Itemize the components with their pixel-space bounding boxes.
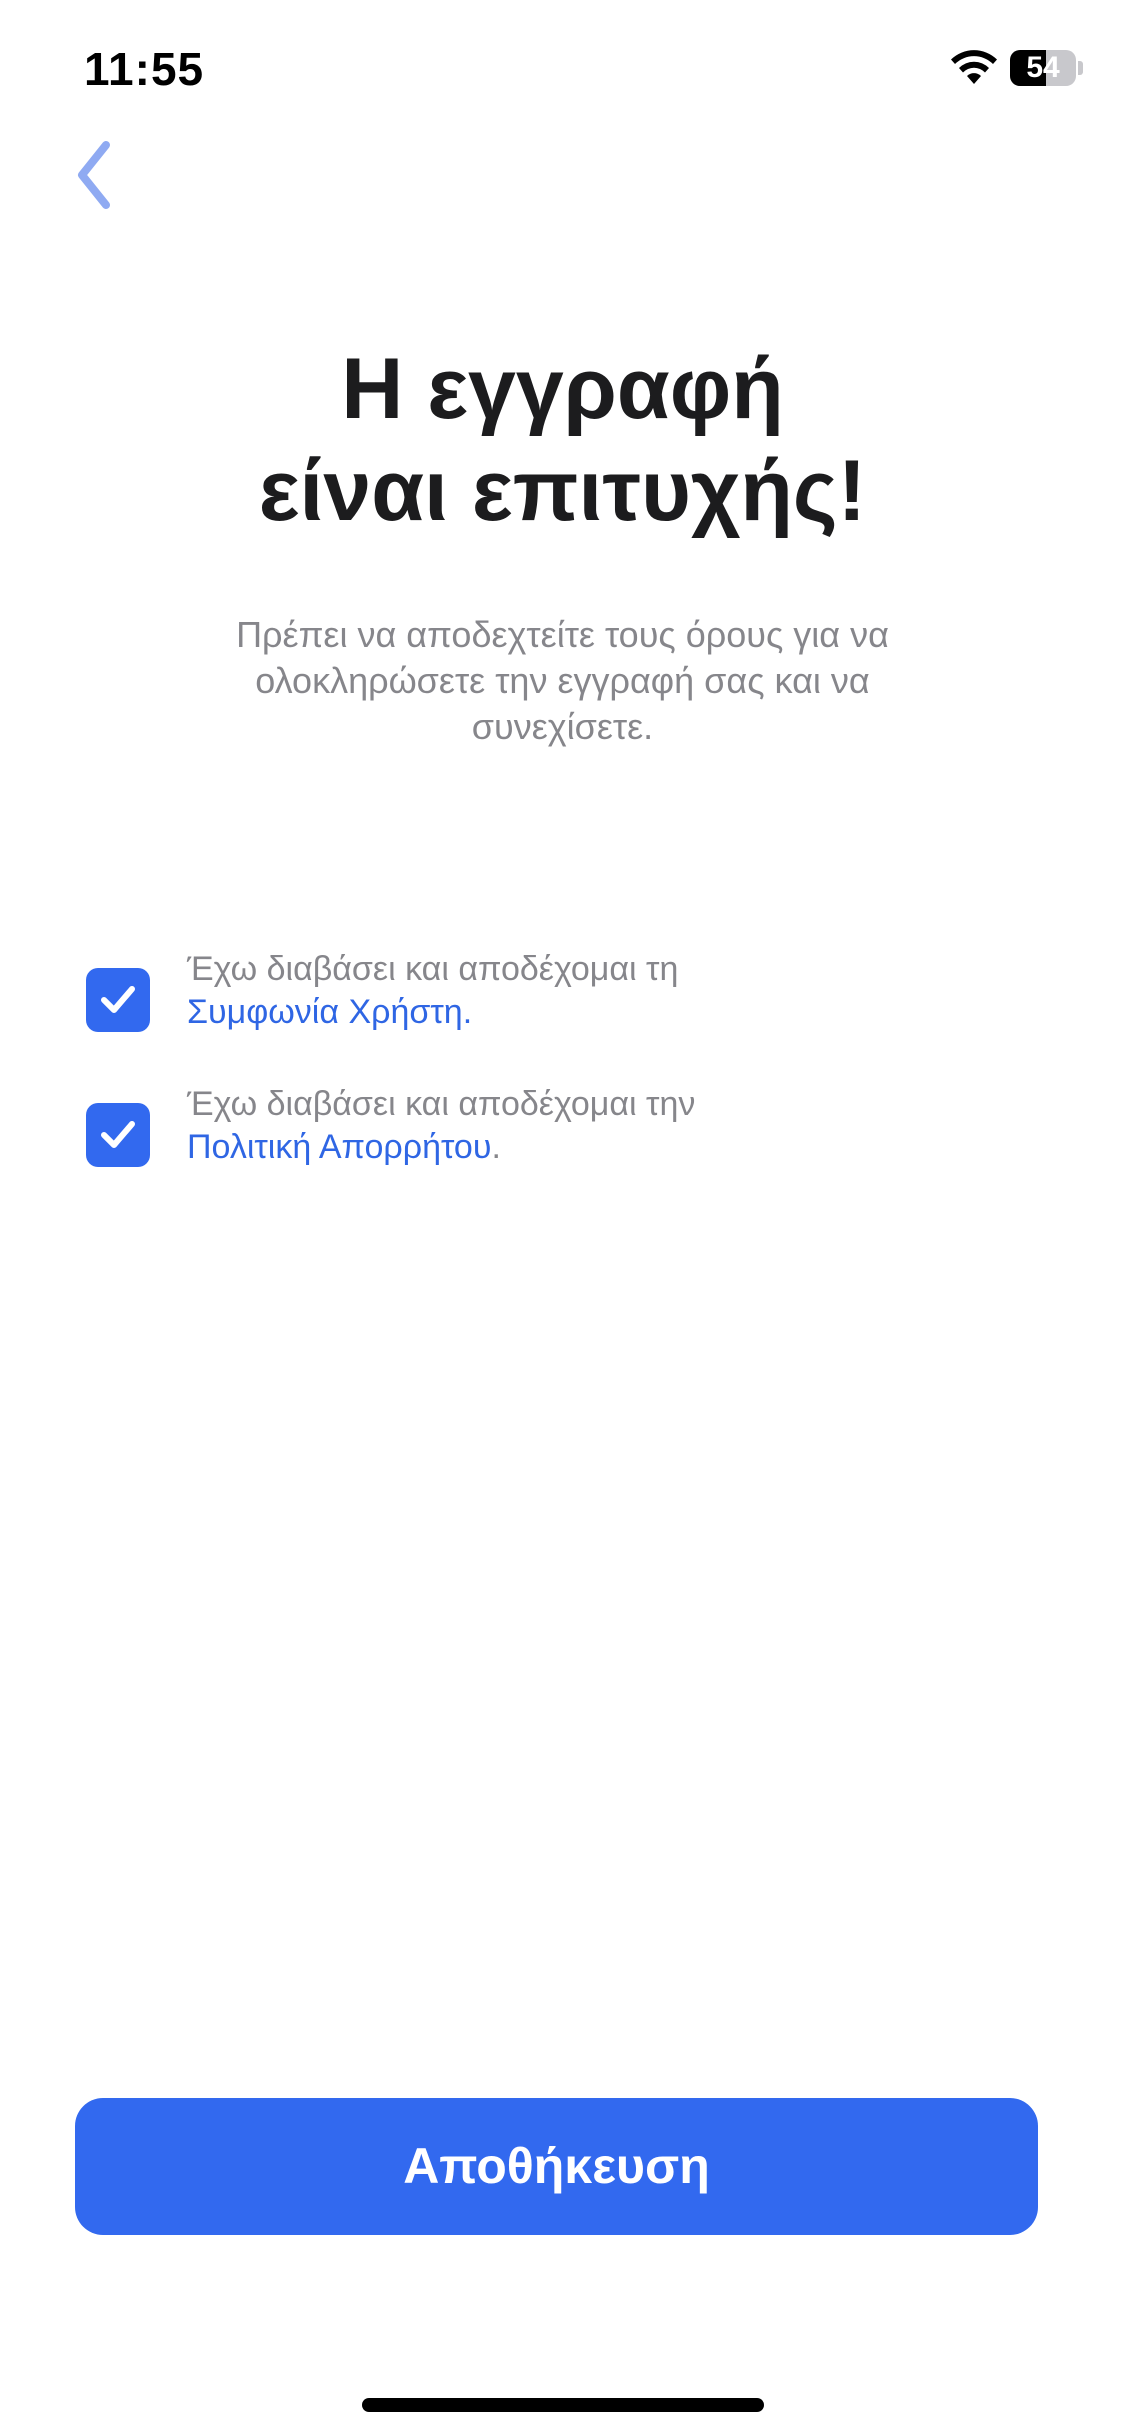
page-subtitle-line: Πρέπει να αποδεχτείτε τους όρους για να bbox=[236, 614, 889, 655]
user-agreement-row: Έχω διαβάσει και αποδέχομαι τη Συμφωνία … bbox=[86, 948, 1036, 1048]
privacy-policy-row: Έχω διαβάσει και αποδέχομαι την Πολιτική… bbox=[86, 1083, 1036, 1183]
status-time: 11:55 bbox=[84, 43, 205, 95]
user-agreement-text: Έχω διαβάσει και αποδέχομαι τη Συμφωνία … bbox=[187, 948, 1007, 1034]
privacy-policy-text: Έχω διαβάσει και αποδέχομαι την Πολιτική… bbox=[187, 1083, 1007, 1169]
page-title-line: Η εγγραφή bbox=[341, 341, 784, 437]
battery-level: 54 bbox=[1026, 51, 1060, 84]
checkmark-icon bbox=[101, 986, 135, 1013]
user-agreement-link[interactable]: Συμφωνία Χρήστη. bbox=[187, 993, 472, 1031]
terms-label: Έχω διαβάσει και αποδέχομαι την bbox=[187, 1085, 696, 1123]
chevron-left-icon bbox=[78, 141, 110, 209]
page-subtitle-line: ολοκληρώσετε την εγγραφή σας και να bbox=[255, 660, 870, 701]
wifi-icon bbox=[951, 50, 997, 84]
battery-icon: 54 bbox=[1010, 50, 1076, 86]
page-subtitle: Πρέπει να αποδεχτείτε τους όρους για να … bbox=[150, 612, 975, 750]
registration-success-screen: 11:55 54 Η εγγραφή είναι επιτυχής! Πρέπε… bbox=[0, 0, 1125, 2436]
checkmark-icon bbox=[101, 1121, 135, 1148]
page-title-line: είναι επιτυχής! bbox=[258, 443, 867, 539]
back-button[interactable] bbox=[66, 135, 126, 215]
home-indicator[interactable] bbox=[362, 2398, 764, 2412]
terms-label: Έχω διαβάσει και αποδέχομαι τη bbox=[187, 950, 679, 988]
terms-suffix: . bbox=[491, 1128, 501, 1166]
privacy-policy-checkbox[interactable] bbox=[86, 1103, 150, 1167]
page-title: Η εγγραφή είναι επιτυχής! bbox=[0, 338, 1125, 542]
save-button[interactable]: Αποθήκευση bbox=[75, 2098, 1038, 2235]
privacy-policy-link[interactable]: Πολιτική Απορρήτου bbox=[187, 1128, 491, 1166]
user-agreement-checkbox[interactable] bbox=[86, 968, 150, 1032]
page-subtitle-line: συνεχίσετε. bbox=[471, 706, 654, 747]
battery-cap bbox=[1078, 61, 1083, 75]
status-bar: 11:55 54 bbox=[0, 0, 1125, 140]
